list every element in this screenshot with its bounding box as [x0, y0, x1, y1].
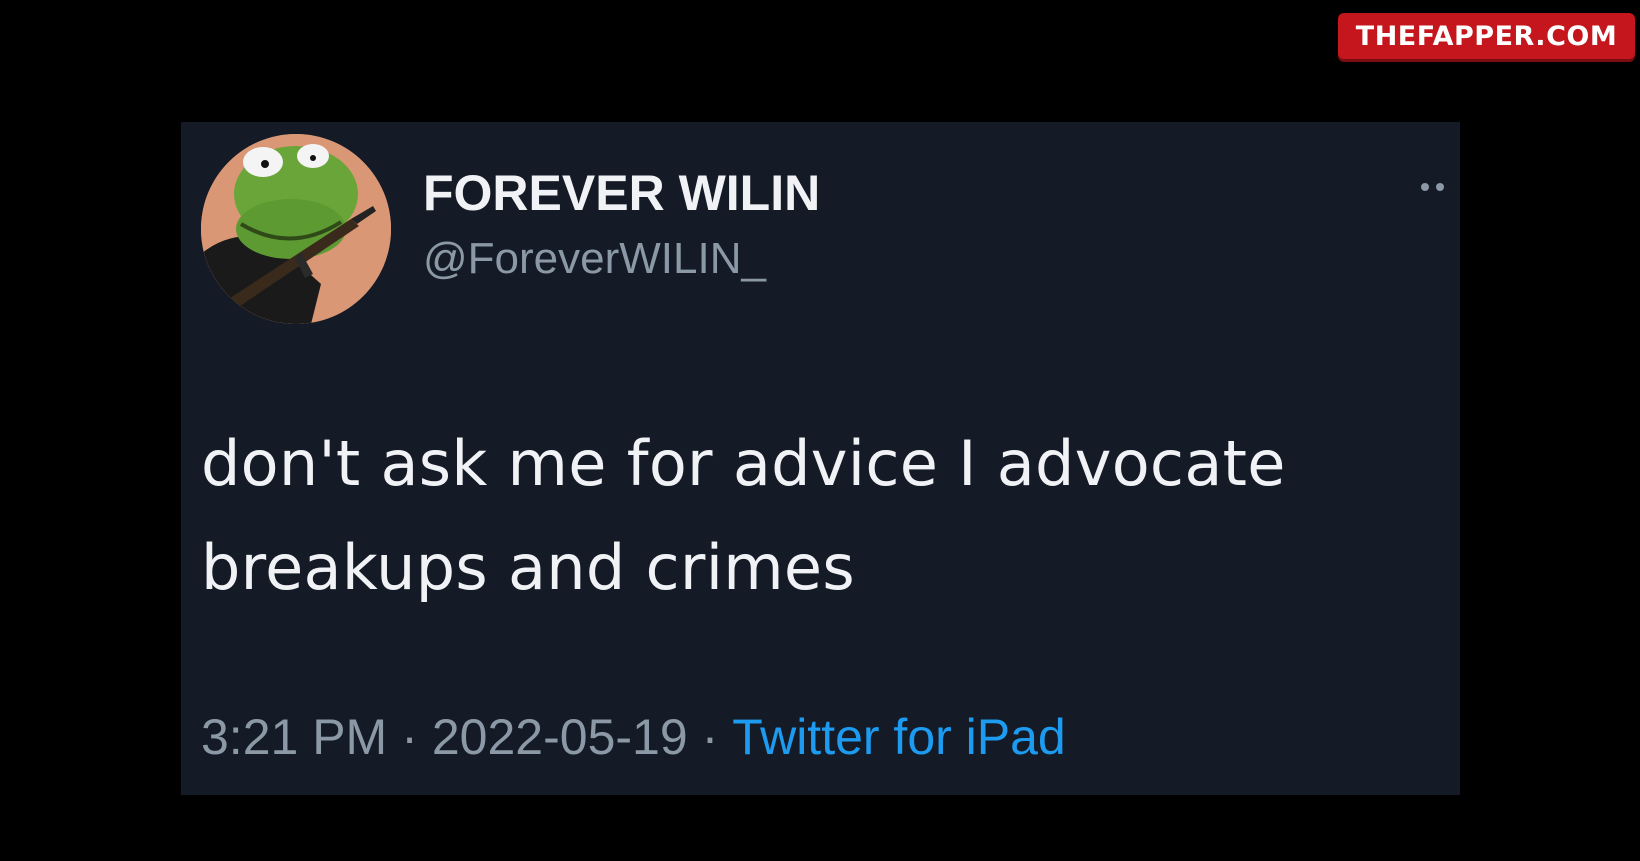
display-name[interactable]: FOREVER WILIN	[423, 164, 820, 222]
meta-separator: ·	[701, 709, 719, 765]
more-dots-icon	[1421, 183, 1429, 191]
tweet-source-link[interactable]: Twitter for iPad	[732, 709, 1065, 765]
watermark-logo: THEFAPPER.COM	[1338, 13, 1635, 59]
tweet-time[interactable]: 3:21 PM	[201, 709, 387, 765]
tweet-text: don't ask me for advice I advocate break…	[201, 427, 1286, 604]
kermit-avatar-icon	[201, 134, 391, 324]
tweet-meta: 3:21 PM · 2022-05-19 · Twitter for iPad	[201, 708, 1066, 766]
more-options-button[interactable]	[1421, 180, 1457, 194]
tweet-card: FOREVER WILIN @ForeverWILIN_ don't ask m…	[181, 122, 1460, 795]
avatar[interactable]	[201, 134, 391, 324]
user-handle[interactable]: @ForeverWILIN_	[423, 234, 766, 284]
more-dots-icon	[1436, 183, 1444, 191]
meta-separator: ·	[401, 709, 418, 765]
watermark-text: THEFAPPER.COM	[1355, 20, 1618, 52]
tweet-date[interactable]: 2022-05-19	[432, 709, 688, 765]
screenshot-page: THEFAPPER.COM FOREVER WILIN @ForeverWILI…	[0, 0, 1640, 861]
